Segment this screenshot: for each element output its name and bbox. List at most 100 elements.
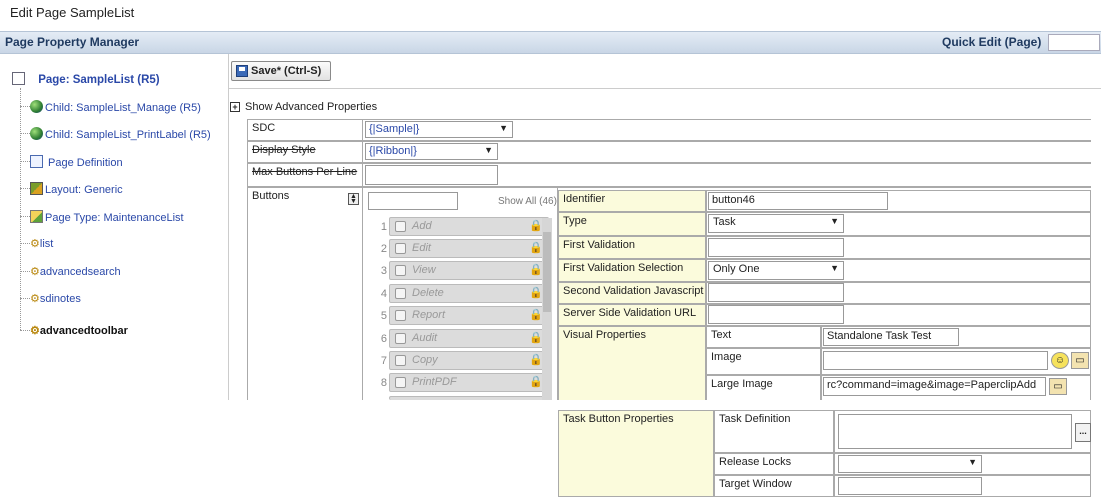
dropdown-arrow-icon: ▼ [830, 263, 839, 273]
tree-item-child-printlabel[interactable]: Child: SampleList_PrintLabel (R5) [30, 127, 211, 141]
floppy-disk-icon [236, 65, 248, 77]
globe-icon [30, 100, 43, 113]
dropdown-arrow-icon: ▼ [499, 123, 508, 133]
checkbox[interactable] [395, 265, 406, 276]
visual-properties-label: Visual Properties [558, 326, 706, 400]
task-definition-textarea[interactable] [838, 414, 1072, 449]
button-item-label: View [412, 264, 436, 276]
tree-item-label: advancedsearch [39, 266, 121, 278]
button-item-label: Audit [412, 332, 438, 344]
first-validation-selection-select[interactable]: Only One ▼ [708, 261, 844, 280]
checkbox[interactable] [395, 221, 406, 232]
large-image-input[interactable]: rc?command=image&image=PaperclipAdd [823, 377, 1046, 396]
button-item-label: Add [412, 220, 432, 232]
tree-item-layout[interactable]: Layout: Generic [30, 182, 123, 196]
gear-icon: ⚙ [30, 325, 40, 337]
tree-item-label: list [39, 238, 54, 250]
row-number: 6 [380, 333, 387, 345]
dropdown-arrow-icon: ▼ [968, 457, 977, 467]
second-validation-label: Second Validation Javascript [558, 282, 706, 304]
task-button-properties-label: Task Button Properties [558, 410, 714, 497]
header-bar: Page Property Manager Quick Edit (Page) [0, 31, 1101, 54]
release-locks-select[interactable]: ▼ [838, 455, 982, 473]
button-item-partial [389, 396, 549, 400]
gear-icon: ⚙ [30, 238, 40, 250]
text-input[interactable]: Standalone Task Test [823, 328, 959, 346]
header-title: Page Property Manager [5, 35, 140, 49]
row-number: 5 [380, 310, 387, 322]
tree-item-label: Page Definition [48, 157, 123, 169]
tree-item-label: Child: SampleList_Manage (R5) [45, 102, 201, 114]
quick-edit-label: Quick Edit (Page) [942, 35, 1042, 49]
tree-item-page-type[interactable]: Page Type: MaintenanceList [30, 210, 184, 224]
button-item-audit[interactable]: Audit 🔒 [389, 329, 549, 348]
sdc-select-value: {|Sample|} [369, 123, 420, 135]
tree-item-page[interactable]: Page: SampleList (R5) [12, 72, 160, 86]
task-definition-label: Task Definition [714, 410, 834, 453]
dropdown-arrow-icon: ▼ [830, 216, 839, 226]
checkbox[interactable] [395, 333, 406, 344]
tree-item-child-manage[interactable]: Child: SampleList_Manage (R5) [30, 100, 201, 114]
type-label: Type [558, 212, 706, 236]
button-item-add[interactable]: Add 🔒 [389, 217, 549, 236]
lock-icon: 🔒 [529, 264, 543, 276]
server-validation-label: Server Side Validation URL [558, 304, 706, 326]
show-advanced-toggle[interactable]: + Show Advanced Properties [230, 101, 377, 113]
row-number: 7 [380, 355, 387, 367]
buttons-filter-input[interactable] [368, 192, 458, 210]
checkbox[interactable] [395, 377, 406, 388]
save-button[interactable]: Save* (Ctrl-S) [231, 61, 331, 81]
tree-item-label: Layout: Generic [45, 184, 123, 196]
sdc-select[interactable]: {|Sample|} ▼ [365, 121, 513, 138]
server-validation-input[interactable] [708, 305, 844, 324]
quick-edit-input[interactable] [1048, 34, 1100, 51]
large-image-label: Large Image [706, 375, 821, 400]
max-buttons-input[interactable] [365, 165, 498, 185]
sdc-label: SDC [252, 122, 276, 134]
identifier-input[interactable]: button46 [708, 192, 888, 210]
first-validation-input[interactable] [708, 238, 844, 257]
ellipsis-button[interactable]: ... [1075, 423, 1091, 442]
display-style-select[interactable]: {|Ribbon|} ▼ [365, 143, 498, 160]
globe-icon [30, 127, 43, 140]
scrollbar-thumb[interactable] [543, 232, 551, 312]
folder-icon[interactable]: ▭ [1071, 352, 1089, 369]
buttons-label: Buttons [252, 190, 290, 202]
checkbox[interactable] [395, 243, 406, 254]
display-style-select-value: {|Ribbon|} [369, 145, 417, 157]
button-item-printpdf[interactable]: PrintPDF 🔒 [389, 373, 549, 392]
page-icon [12, 72, 25, 85]
tree-item-sdinotes[interactable]: ⚙sdinotes [30, 292, 81, 305]
smiley-icon[interactable]: ☺ [1051, 352, 1069, 369]
tree-item-advancedtoolbar[interactable]: ⚙advancedtoolbar [30, 324, 128, 337]
collapse-icon[interactable]: ▲ ▼ [348, 193, 359, 205]
max-buttons-label: Max Buttons Per Line [252, 166, 358, 178]
lock-icon: 🔒 [529, 287, 543, 299]
image-input[interactable] [823, 351, 1048, 370]
type-select-value: Task [713, 216, 736, 228]
row-number: 2 [380, 243, 387, 255]
button-item-view[interactable]: View 🔒 [389, 261, 549, 280]
button-item-label: Edit [412, 242, 431, 254]
second-validation-input[interactable] [708, 283, 844, 302]
dropdown-arrow-icon: ▼ [484, 145, 493, 155]
checkbox[interactable] [395, 310, 406, 321]
folder-icon[interactable]: ▭ [1049, 378, 1067, 395]
lock-icon: 🔒 [529, 309, 543, 321]
release-locks-label: Release Locks [714, 453, 834, 475]
tree-item-advancedsearch[interactable]: ⚙advancedsearch [30, 265, 121, 278]
tree-item-label: sdinotes [39, 293, 81, 305]
button-item-delete[interactable]: Delete 🔒 [389, 284, 549, 303]
tree-item-page-definition[interactable]: Page Definition [30, 155, 123, 169]
button-item-report[interactable]: Report 🔒 [389, 306, 549, 325]
button-item-copy[interactable]: Copy 🔒 [389, 351, 549, 370]
display-style-label: Display Style [252, 144, 316, 156]
checkbox[interactable] [395, 288, 406, 299]
tree-item-list[interactable]: ⚙list [30, 237, 53, 250]
target-window-input[interactable] [838, 477, 982, 495]
show-all-link[interactable]: Show All (46) [498, 196, 557, 207]
type-select[interactable]: Task ▼ [708, 214, 844, 233]
checkbox[interactable] [395, 355, 406, 366]
button-item-edit[interactable]: Edit 🔒 [389, 239, 549, 258]
button-item-label: Delete [412, 287, 444, 299]
